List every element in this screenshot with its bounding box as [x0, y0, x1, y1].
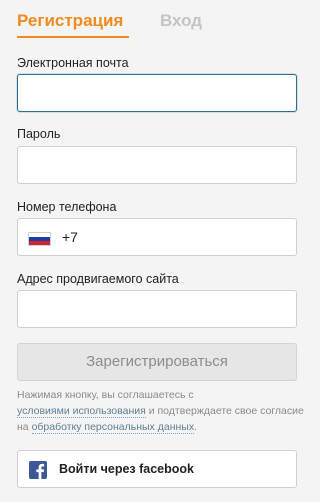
russia-flag-icon[interactable] [28, 232, 51, 246]
phone-field-wrapper: +7 [17, 218, 320, 256]
site-field-wrapper [17, 290, 297, 328]
auth-tabs: Регистрация Вход [17, 8, 309, 38]
phone-country-code: +7 [62, 229, 78, 245]
terms-text-end: . [194, 421, 198, 433]
facebook-icon [29, 461, 47, 479]
active-tab-indicator [17, 36, 129, 38]
site-label: Адрес продвигаемого сайта [17, 272, 179, 286]
phone-label: Номер телефона [17, 200, 117, 214]
email-field[interactable] [18, 75, 296, 111]
password-field-wrapper [17, 146, 297, 184]
password-field[interactable] [18, 147, 296, 183]
site-url-field[interactable] [18, 291, 296, 327]
terms-of-use-link[interactable]: условиями использования [17, 405, 146, 418]
tab-login[interactable]: Вход [160, 11, 202, 31]
register-button[interactable]: Зарегистрироваться [17, 343, 297, 381]
facebook-login-button[interactable]: Войти через facebook [17, 450, 297, 488]
facebook-login-label: Войти через facebook [59, 462, 194, 476]
email-field-wrapper [17, 74, 297, 112]
phone-field[interactable] [84, 219, 320, 255]
email-label: Электронная почта [17, 56, 129, 70]
tab-register[interactable]: Регистрация [17, 11, 123, 31]
password-label: Пароль [17, 127, 61, 141]
terms-text-before: Нажимая кнопку, вы соглашаетесь с [17, 389, 194, 401]
terms-notice: Нажимая кнопку, вы соглашаетесь с услови… [17, 387, 305, 435]
personal-data-link[interactable]: обработку персональных данных [31, 421, 195, 434]
